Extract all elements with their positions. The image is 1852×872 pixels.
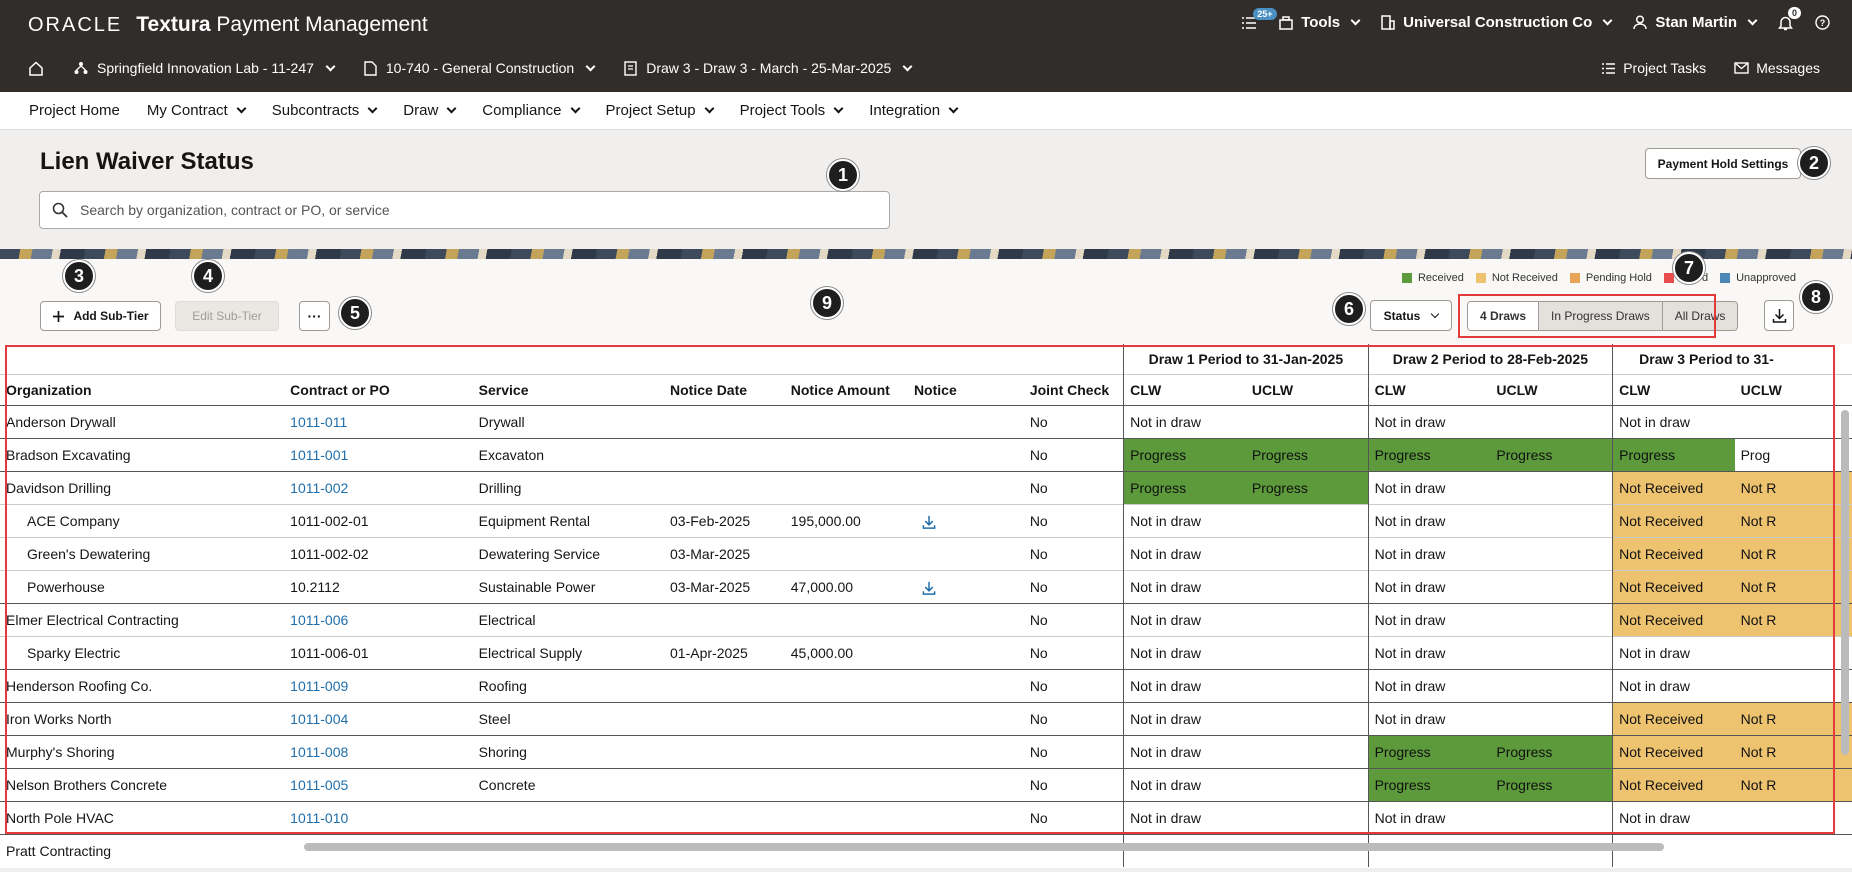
nav-project-setup[interactable]: Project Setup (606, 102, 715, 119)
callout-9: 9 (811, 287, 843, 319)
highlight-frame-grid (5, 345, 1835, 834)
add-sub-tier-button[interactable]: Add Sub-Tier (40, 301, 161, 331)
payment-hold-settings-button[interactable]: Payment Hold Settings (1645, 148, 1801, 179)
legend-not-received: Not Received (1475, 272, 1558, 284)
draw-selector[interactable]: Draw 3 - Draw 3 - March - 25-Mar-2025 (624, 60, 913, 76)
horizontal-scrollbar[interactable] (304, 843, 1664, 851)
context-breadcrumb: Springfield Innovation Lab - 11-247 10-7… (28, 60, 913, 76)
company-menu[interactable]: Universal Construction Co (1381, 14, 1613, 31)
oracle-logo: ORACLE (28, 13, 123, 36)
checklist-icon (1602, 62, 1616, 74)
search-icon (52, 202, 68, 218)
callout-6: 6 (1333, 293, 1365, 325)
status-legend: Received Not Received Pending Hold d Una… (1401, 272, 1796, 284)
callout-8: 8 (1800, 281, 1832, 313)
header-links: Project Tasks Messages (1601, 60, 1820, 76)
legend-pending-hold: Pending Hold (1569, 272, 1652, 284)
tasks-badge: 25+ (1253, 7, 1277, 20)
grid-toolbar: Add Sub-Tier Edit Sub-Tier ··· Received … (0, 259, 1852, 344)
nav-my-contract[interactable]: My Contract (147, 102, 247, 119)
bell-icon[interactable]: 0 (1778, 6, 1802, 31)
nav-project-tools[interactable]: Project Tools (740, 102, 844, 119)
search-input[interactable]: Search by organization, contract or PO, … (39, 191, 890, 229)
edit-sub-tier-button[interactable]: Edit Sub-Tier (175, 301, 279, 331)
legend-unapproved: Unapproved (1720, 272, 1796, 284)
download-icon (1772, 309, 1786, 323)
svg-text:?: ? (1820, 18, 1826, 28)
user-icon (1633, 15, 1648, 30)
decorative-banner (0, 249, 1852, 259)
header-right: 25+ Tools Universal Construction Co Stan… (1241, 6, 1830, 31)
toolbox-icon (1279, 15, 1293, 30)
legend-received: Received (1401, 272, 1464, 284)
tools-menu[interactable]: Tools (1279, 14, 1361, 31)
page-title: Lien Waiver Status (40, 148, 254, 175)
highlight-frame-draws (1458, 294, 1716, 338)
plus-icon (53, 310, 65, 322)
nav-compliance[interactable]: Compliance (482, 102, 580, 119)
main-nav: Project Home My Contract Subcontracts Dr… (0, 92, 1852, 130)
callout-7: 7 (1673, 252, 1705, 284)
home-icon[interactable] (28, 60, 44, 76)
cell-d3-uclw[interactable] (1734, 833, 1852, 867)
brand[interactable]: ORACLE Textura Payment Management (28, 13, 428, 37)
contract-selector[interactable]: 10-740 - General Construction (364, 60, 596, 76)
callout-1: 1 (827, 159, 859, 191)
document-icon (364, 60, 377, 76)
page-header: Lien Waiver Status Search by organizatio… (0, 131, 1852, 249)
nav-integration[interactable]: Integration (869, 102, 959, 119)
mail-icon (1734, 62, 1749, 74)
status-filter-button[interactable]: Status (1370, 300, 1452, 331)
building-icon (1381, 15, 1395, 30)
help-icon[interactable]: ? (1815, 15, 1830, 30)
nav-project-home[interactable]: Project Home (29, 102, 120, 119)
user-menu[interactable]: Stan Martin (1633, 14, 1758, 31)
cell-organization: Pratt Contracting (0, 833, 285, 867)
app-header: ORACLE Textura Payment Management 25+ To… (0, 0, 1852, 92)
vertical-scrollbar[interactable] (1841, 410, 1849, 755)
nav-draw[interactable]: Draw (403, 102, 457, 119)
more-actions-button[interactable]: ··· (299, 301, 330, 331)
callout-2: 2 (1798, 147, 1830, 179)
receipt-icon (624, 60, 637, 76)
tasks-icon[interactable]: 25+ (1241, 7, 1277, 30)
nav-subcontracts[interactable]: Subcontracts (272, 102, 378, 119)
download-button[interactable] (1764, 300, 1794, 331)
search-placeholder: Search by organization, contract or PO, … (80, 202, 390, 218)
product-name: Textura Payment Management (136, 13, 428, 36)
project-tasks-link[interactable]: Project Tasks (1601, 60, 1706, 76)
callout-3: 3 (63, 260, 95, 292)
hierarchy-icon (74, 62, 88, 74)
messages-link[interactable]: Messages (1734, 60, 1820, 76)
notif-badge: 0 (1788, 6, 1802, 19)
callout-5: 5 (339, 297, 371, 329)
project-selector[interactable]: Springfield Innovation Lab - 11-247 (74, 60, 336, 76)
callout-4: 4 (192, 260, 224, 292)
